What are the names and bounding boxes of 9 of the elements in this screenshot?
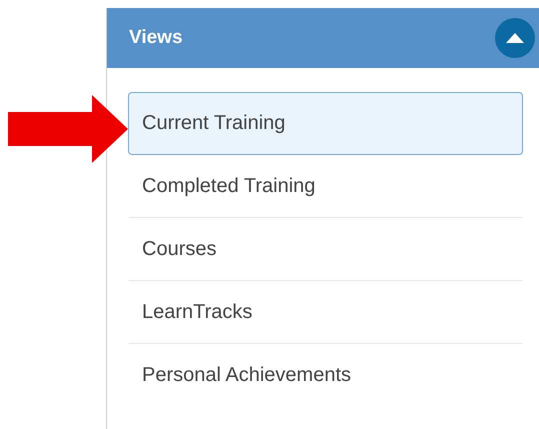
view-item[interactable]: Completed Training — [128, 155, 523, 218]
view-item[interactable]: Courses — [128, 218, 523, 281]
panel-title: Views — [129, 27, 183, 49]
view-item[interactable]: Current Training — [128, 92, 523, 155]
collapse-button[interactable] — [495, 18, 535, 58]
caret-icon — [506, 33, 524, 43]
arrow-icon — [8, 95, 128, 163]
view-item[interactable]: Personal Achievements — [128, 344, 523, 407]
view-item[interactable]: LearnTracks — [128, 281, 523, 344]
